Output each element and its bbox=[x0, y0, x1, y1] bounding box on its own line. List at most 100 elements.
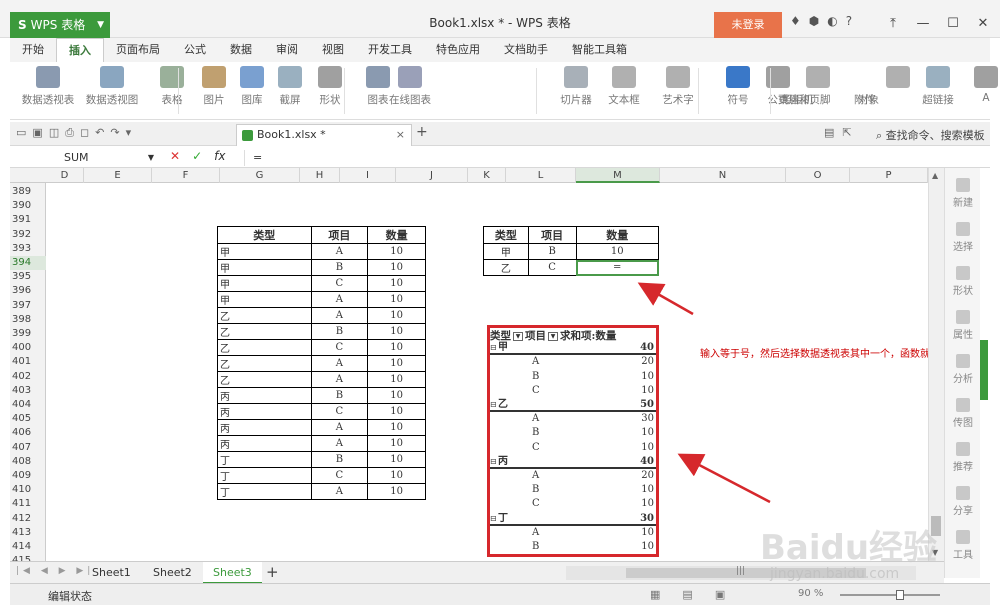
row-header-414[interactable]: 414 bbox=[10, 540, 46, 554]
ribbon-button[interactable]: 数据透视表 bbox=[20, 66, 76, 107]
row-header-393[interactable]: 393 bbox=[10, 242, 46, 256]
menu-tab[interactable]: 数据 bbox=[218, 38, 264, 62]
column-header-p[interactable]: P bbox=[850, 168, 928, 183]
row-header-411[interactable]: 411 bbox=[10, 497, 46, 511]
print-icon[interactable]: ⎙ bbox=[65, 126, 74, 140]
active-cell-m394[interactable]: = bbox=[575, 259, 659, 276]
row-header-397[interactable]: 397 bbox=[10, 299, 46, 313]
cell[interactable]: 丁 bbox=[217, 483, 312, 500]
help-button[interactable]: ? bbox=[846, 14, 852, 28]
header-item[interactable]: 项目 bbox=[310, 226, 369, 244]
pivot-item-row[interactable]: C 10 bbox=[490, 441, 656, 455]
cell[interactable]: B bbox=[310, 259, 369, 276]
pivot-item-row[interactable]: A 30 bbox=[490, 412, 656, 426]
cell[interactable]: 10 bbox=[575, 243, 659, 260]
task-panel-item[interactable]: 选择 bbox=[945, 222, 981, 253]
pivot-item-row[interactable]: B 10 bbox=[490, 540, 656, 554]
menu-tab[interactable]: 视图 bbox=[310, 38, 356, 62]
sheet-tab-sheet1[interactable]: Sheet1 bbox=[82, 562, 141, 584]
command-search[interactable]: ⌕ 查找命令、搜索模板 bbox=[876, 127, 985, 143]
column-header-j[interactable]: J bbox=[396, 168, 468, 183]
task-panel-item[interactable]: 分析 bbox=[945, 354, 981, 385]
restore-ribbon-icon[interactable]: ⤒ bbox=[878, 12, 908, 36]
row-header-389[interactable]: 389 bbox=[10, 185, 46, 199]
zoom-slider[interactable] bbox=[840, 590, 940, 600]
row-header-405[interactable]: 405 bbox=[10, 412, 46, 426]
qa-dropdown-icon[interactable]: ▾ bbox=[126, 126, 132, 140]
task-panel-item[interactable]: 工具 bbox=[945, 530, 981, 561]
row-header-402[interactable]: 402 bbox=[10, 370, 46, 384]
open-icon[interactable]: ▭ bbox=[16, 126, 26, 140]
cell[interactable]: 10 bbox=[367, 451, 426, 468]
cell[interactable]: A bbox=[310, 291, 369, 308]
cell[interactable]: 乙 bbox=[217, 355, 312, 372]
name-box[interactable]: SUM ▼ bbox=[22, 150, 156, 166]
row-header-412[interactable]: 412 bbox=[10, 512, 46, 526]
task-panel-item[interactable]: 传图 bbox=[945, 398, 981, 429]
cell[interactable]: 甲 bbox=[217, 259, 312, 276]
row-header-390[interactable]: 390 bbox=[10, 199, 46, 213]
cell[interactable]: 甲 bbox=[217, 275, 312, 292]
pivot-item-row[interactable]: A 20 bbox=[490, 469, 656, 483]
cell[interactable]: 乙 bbox=[217, 307, 312, 324]
skin-icon[interactable]: ♦ bbox=[790, 14, 801, 28]
row-header-413[interactable]: 413 bbox=[10, 526, 46, 540]
cell[interactable]: B bbox=[310, 387, 369, 404]
redo-icon[interactable]: ↷ bbox=[110, 126, 119, 140]
page-break-view-icon[interactable]: ▤ bbox=[682, 588, 692, 601]
column-header-n[interactable]: N bbox=[660, 168, 786, 183]
menu-tab[interactable]: 开发工具 bbox=[356, 38, 424, 62]
reading-mode-icon[interactable]: ▣ bbox=[715, 588, 725, 601]
zoom-slider-knob[interactable] bbox=[896, 590, 904, 600]
cell[interactable]: C bbox=[310, 403, 369, 420]
menu-tab[interactable]: 插入 bbox=[56, 38, 104, 62]
row-header-401[interactable]: 401 bbox=[10, 355, 46, 369]
minimize-icon[interactable]: — bbox=[908, 12, 938, 36]
close-tab-icon[interactable]: × bbox=[396, 125, 405, 145]
row-header-406[interactable]: 406 bbox=[10, 426, 46, 440]
row-header-399[interactable]: 399 bbox=[10, 327, 46, 341]
cell[interactable]: 10 bbox=[367, 435, 426, 452]
ribbon-button[interactable]: 照相机 bbox=[782, 92, 862, 107]
cell[interactable]: 10 bbox=[367, 371, 426, 388]
vertical-scrollbar[interactable]: ▲ ▼ bbox=[928, 168, 944, 561]
row-header-395[interactable]: 395 bbox=[10, 270, 46, 284]
cancel-formula-button[interactable]: ✕ bbox=[170, 149, 180, 163]
column-header-k[interactable]: K bbox=[468, 168, 506, 183]
cell[interactable]: 乙 bbox=[217, 371, 312, 388]
row-header-407[interactable]: 407 bbox=[10, 441, 46, 455]
row-header-392[interactable]: 392 bbox=[10, 228, 46, 242]
collapse-icon[interactable]: ⊟ bbox=[490, 512, 497, 526]
share-icon[interactable]: ⇱ bbox=[842, 126, 851, 139]
cell[interactable]: B bbox=[310, 451, 369, 468]
row-header-396[interactable]: 396 bbox=[10, 284, 46, 298]
column-header-e[interactable]: E bbox=[84, 168, 152, 183]
cell[interactable]: 10 bbox=[367, 339, 426, 356]
cell[interactable]: B bbox=[527, 243, 577, 260]
ribbon-button[interactable]: A bbox=[958, 66, 1000, 104]
cell[interactable]: B bbox=[310, 323, 369, 340]
ribbon-button[interactable]: 文本框 bbox=[596, 66, 652, 107]
ribbon-button[interactable]: 在线图表 bbox=[382, 66, 438, 107]
row-header-391[interactable]: 391 bbox=[10, 213, 46, 227]
feedback-icon[interactable]: ◐ bbox=[827, 14, 837, 28]
pivot-item-row[interactable]: B 10 bbox=[490, 426, 656, 440]
cell[interactable]: A bbox=[310, 355, 369, 372]
task-panel-item[interactable]: 属性 bbox=[945, 310, 981, 341]
cell[interactable]: 10 bbox=[367, 467, 426, 484]
pivot-item-row[interactable]: A 10 bbox=[490, 526, 656, 540]
task-panel-item[interactable]: 推荐 bbox=[945, 442, 981, 473]
pivot-item-row[interactable]: C 10 bbox=[490, 497, 656, 511]
ribbon-button[interactable]: 数据透视图 bbox=[84, 66, 140, 107]
cell[interactable]: A bbox=[310, 307, 369, 324]
cell[interactable]: 丙 bbox=[217, 435, 312, 452]
cell[interactable]: 10 bbox=[367, 355, 426, 372]
close-icon[interactable]: ✕ bbox=[968, 12, 998, 36]
column-header-g[interactable]: G bbox=[220, 168, 300, 183]
menu-tab[interactable]: 智能工具箱 bbox=[560, 38, 639, 62]
row-header-403[interactable]: 403 bbox=[10, 384, 46, 398]
cell[interactable]: 10 bbox=[367, 275, 426, 292]
row-header-404[interactable]: 404 bbox=[10, 398, 46, 412]
cell[interactable]: 甲 bbox=[217, 291, 312, 308]
cell[interactable]: 甲 bbox=[217, 243, 312, 260]
